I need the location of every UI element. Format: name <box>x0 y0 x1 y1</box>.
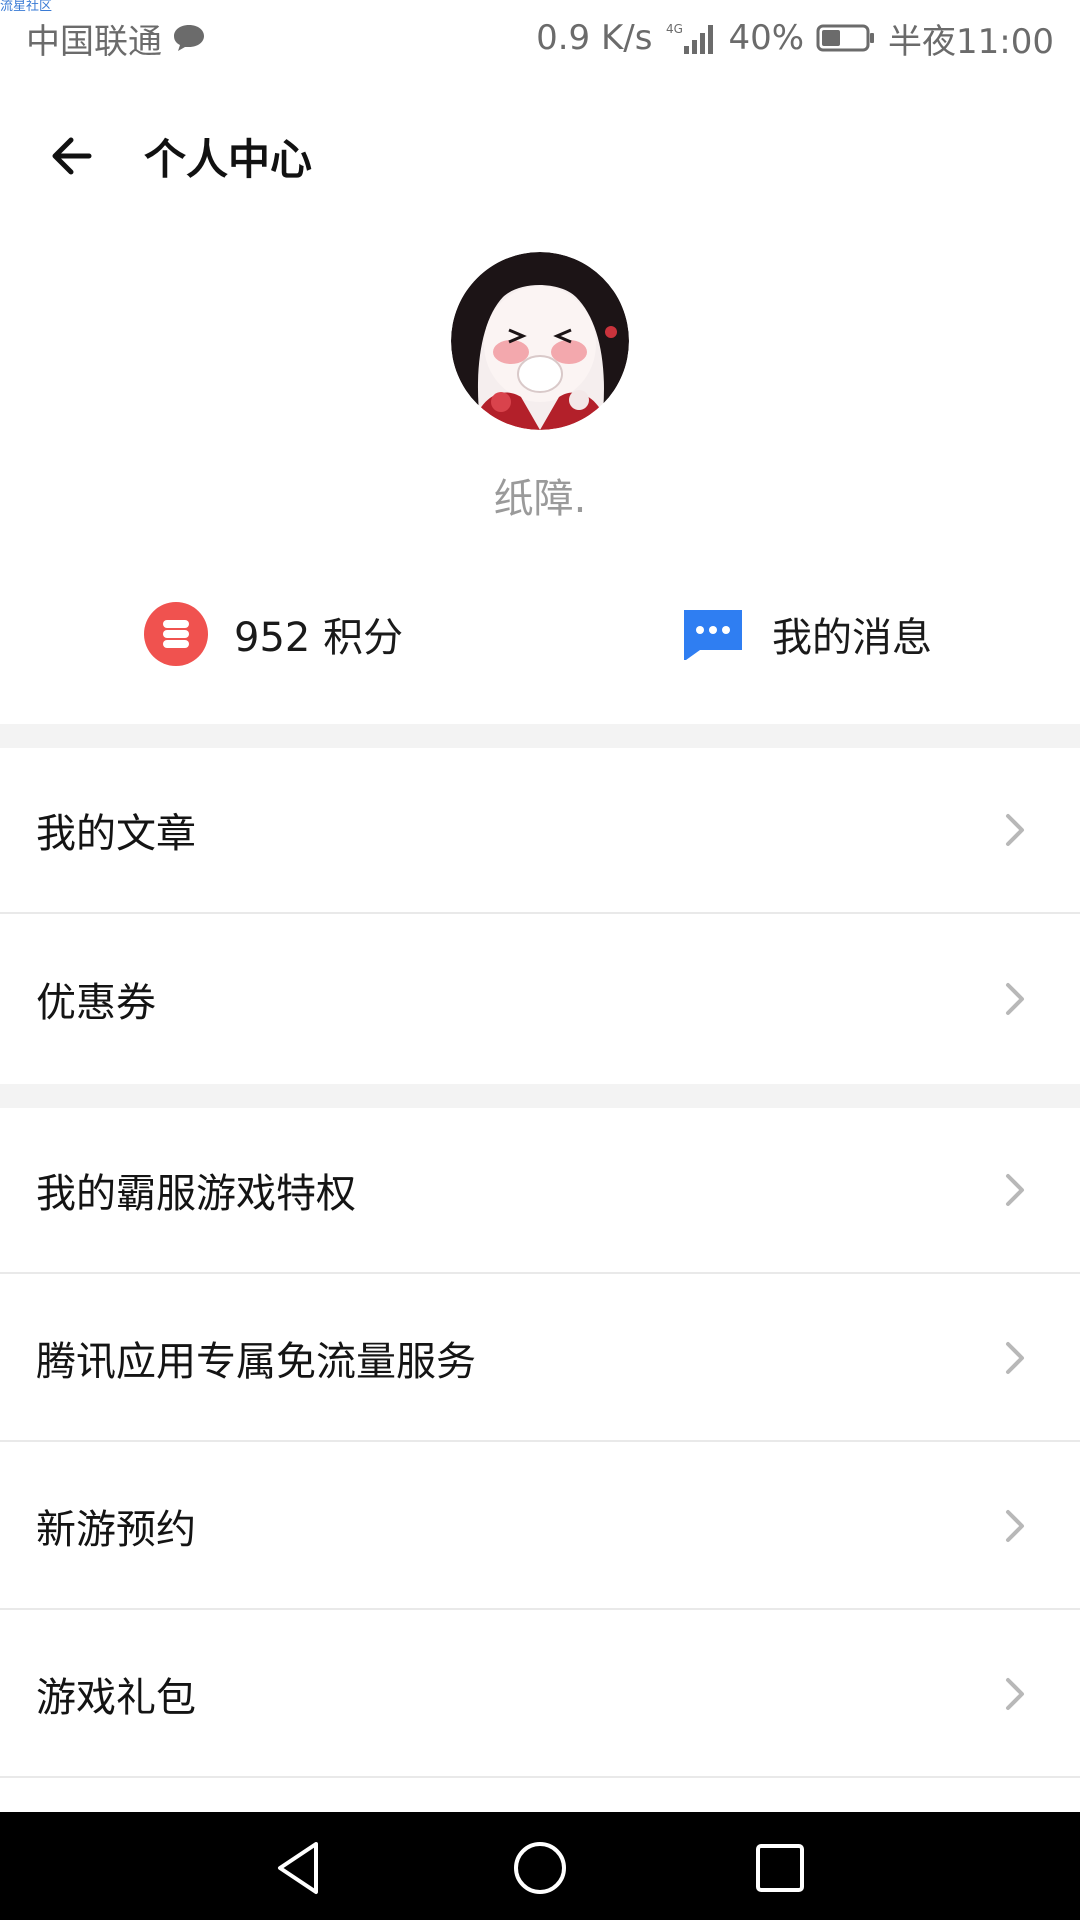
chevron-right-icon <box>1006 1678 1024 1710</box>
battery-percent: 40% <box>728 18 805 58</box>
points-label: 952 积分 <box>234 605 403 663</box>
app-bar: 个人中心 <box>0 96 1080 216</box>
menu-item-game-privileges[interactable]: 我的霸服游戏特权 <box>0 1108 1080 1274</box>
menu-item-coupons[interactable]: 优惠券 <box>0 916 1080 1082</box>
username: 纸障. <box>493 476 587 522</box>
message-bubble-icon <box>684 610 742 660</box>
chevron-right-icon <box>1006 983 1024 1015</box>
menu-item-label: 腾讯应用专属免流量服务 <box>36 1339 476 1385</box>
network-speed: 0.9 K/s <box>536 18 653 58</box>
arrow-left-icon <box>52 137 92 175</box>
quick-actions-row: 952 积分 我的消息 <box>0 594 1080 674</box>
carrier-name: 中国联通 <box>26 21 162 62</box>
chevron-right-icon <box>1006 1174 1024 1206</box>
nav-home-circle-icon[interactable] <box>510 1838 570 1898</box>
chat-bubble-icon <box>174 25 204 51</box>
status-bar: 中国联通 0.9 K/s 4G 40% 半夜11:00 <box>0 0 1080 76</box>
points-value: 952 <box>234 615 311 661</box>
status-right: 0.9 K/s 4G 40% 半夜11:00 <box>536 14 1054 63</box>
avatar[interactable] <box>451 252 629 430</box>
svg-text:4G: 4G <box>666 22 683 36</box>
section-separator <box>0 724 1080 748</box>
menu-item-game-gift-packs[interactable]: 游戏礼包 <box>0 1612 1080 1778</box>
nav-recents-square-icon[interactable] <box>750 1838 810 1898</box>
menu-item-label: 我的文章 <box>36 811 196 857</box>
chevron-right-icon <box>1006 1342 1024 1374</box>
clock: 半夜11:00 <box>888 21 1054 62</box>
menu-item-label: 游戏礼包 <box>36 1675 196 1721</box>
battery-icon <box>816 24 875 52</box>
points-button[interactable]: 952 积分 <box>144 594 403 674</box>
coins-stack-icon <box>144 602 208 666</box>
menu-item-label: 优惠券 <box>36 980 156 1026</box>
system-navigation-bar <box>0 1812 1080 1920</box>
menu-item-label: 我的霸服游戏特权 <box>36 1171 356 1217</box>
page-title: 个人中心 <box>144 134 313 184</box>
nav-back-triangle-icon[interactable] <box>270 1838 330 1898</box>
messages-label: 我的消息 <box>772 615 932 661</box>
status-left: 中国联通 <box>26 14 206 63</box>
avatar-image-icon <box>451 252 629 430</box>
section-separator <box>0 1084 1080 1108</box>
back-button[interactable] <box>36 121 106 191</box>
signal-4g-icon: 4G <box>666 22 714 54</box>
messages-button[interactable]: 我的消息 <box>682 594 932 674</box>
menu-item-label: 新游预约 <box>36 1507 196 1553</box>
chevron-right-icon <box>1006 1510 1024 1542</box>
menu-item-my-articles[interactable]: 我的文章 <box>0 748 1080 914</box>
menu-item-new-game-reservation[interactable]: 新游预约 <box>0 1444 1080 1610</box>
menu-item-free-data-service[interactable]: 腾讯应用专属免流量服务 <box>0 1276 1080 1442</box>
chevron-right-icon <box>1006 814 1024 846</box>
points-unit: 积分 <box>323 615 404 661</box>
